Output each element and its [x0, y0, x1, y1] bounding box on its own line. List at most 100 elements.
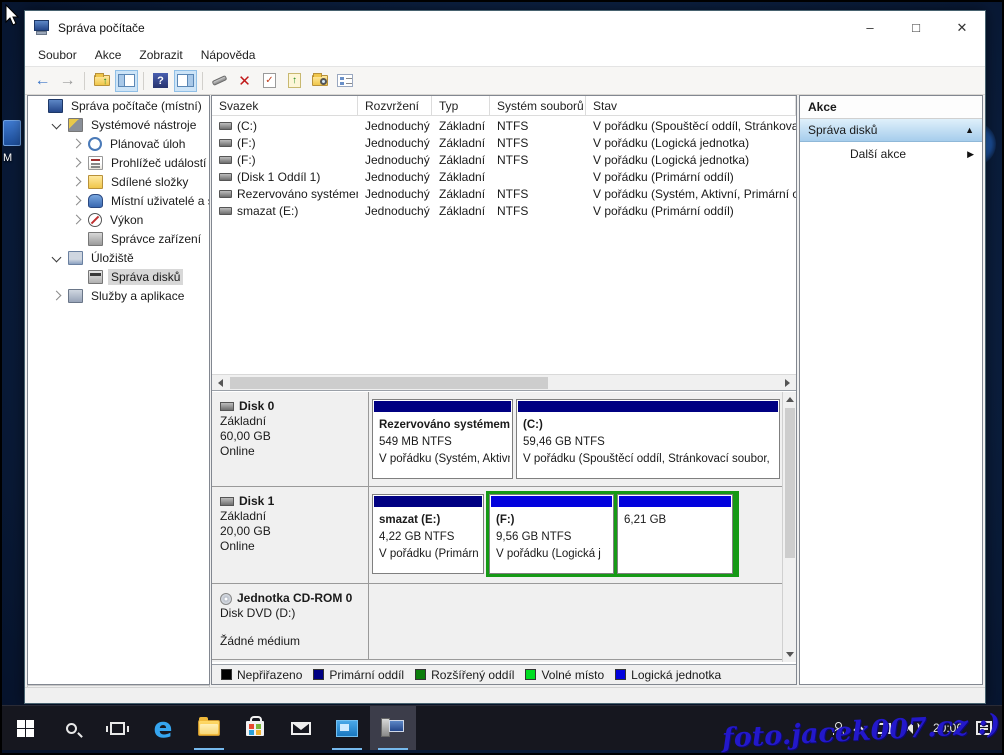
- volume-row[interactable]: (F:)JednoduchýZákladníNTFSV pořádku (Log…: [212, 134, 796, 151]
- menu-item[interactable]: Nápověda: [192, 45, 265, 65]
- menu-item[interactable]: Soubor: [29, 45, 86, 65]
- tree-item[interactable]: Prohlížeč událostí: [28, 153, 209, 172]
- disk-view-vertical-scrollbar[interactable]: [782, 392, 796, 662]
- column-header[interactable]: Svazek: [212, 96, 358, 115]
- tree-item[interactable]: Služby a aplikace: [28, 286, 209, 305]
- chevron-right-icon[interactable]: [72, 158, 82, 168]
- close-button[interactable]: ✕: [939, 11, 985, 44]
- extended-partition-frame[interactable]: (F:)9,56 GB NTFSV pořádku (Logická j6,21…: [486, 491, 739, 577]
- volume-list-horizontal-scrollbar[interactable]: [212, 374, 796, 391]
- find-folder-icon: [312, 75, 328, 86]
- menu-item[interactable]: Akce: [86, 45, 131, 65]
- tree-item[interactable]: Výkon: [28, 210, 209, 229]
- scrollbar-thumb[interactable]: [785, 408, 795, 558]
- partition-block[interactable]: 6,21 GB: [617, 494, 733, 574]
- list-properties-icon: [337, 74, 353, 87]
- partition-block[interactable]: Rezervováno systémem549 MB NTFSV pořádku…: [372, 399, 513, 479]
- browse-button[interactable]: [308, 70, 331, 92]
- title-bar[interactable]: Správa počítače – □ ✕: [25, 11, 985, 44]
- volume-list-header[interactable]: SvazekRozvrženíTypSystém souborůStav: [212, 96, 796, 116]
- volume-name: Rezervováno systémem: [237, 187, 358, 201]
- partition-size: 9,56 GB NTFS: [496, 529, 611, 546]
- volume-row[interactable]: (F:)JednoduchýZákladníNTFSV pořádku (Log…: [212, 151, 796, 168]
- volume-row[interactable]: smazat (E:)JednoduchýZákladníNTFSV pořád…: [212, 202, 796, 219]
- partition-block[interactable]: (C:)59,46 GB NTFSV pořádku (Spouštěcí od…: [516, 399, 780, 479]
- start-button[interactable]: [2, 706, 48, 750]
- tree-item[interactable]: Sdílené složky: [28, 172, 209, 191]
- partition-status: V pořádku (Primárn: [379, 546, 481, 563]
- tree-item[interactable]: Plánovač úloh: [28, 134, 209, 153]
- partition-size: 549 MB NTFS: [379, 434, 510, 451]
- chevron-right-icon[interactable]: [72, 177, 82, 187]
- chevron-right-icon[interactable]: [72, 139, 82, 149]
- partition-block[interactable]: smazat (E:)4,22 GB NTFSV pořádku (Primár…: [372, 494, 484, 574]
- column-header[interactable]: Systém souborů: [490, 96, 586, 115]
- scroll-right-arrow[interactable]: [779, 375, 796, 390]
- console-tree-button[interactable]: [115, 70, 138, 92]
- more-actions-item[interactable]: Další akce ▶: [800, 142, 982, 166]
- scroll-down-arrow[interactable]: [783, 647, 796, 662]
- computer-management-taskbar-button[interactable]: [370, 706, 416, 750]
- tree-item[interactable]: Správa disků: [28, 267, 209, 286]
- edge-icon: e: [154, 714, 173, 742]
- export-button[interactable]: ↑: [283, 70, 306, 92]
- store-button[interactable]: [232, 706, 278, 750]
- column-header[interactable]: Stav: [586, 96, 796, 115]
- disk-header[interactable]: Disk 1Základní20,00 GBOnline: [212, 487, 369, 583]
- up-level-button[interactable]: ↑: [90, 70, 113, 92]
- disk-detail-line: 60,00 GB: [220, 429, 364, 444]
- volume-icon: [219, 122, 232, 130]
- legend-label: Nepřiřazeno: [237, 668, 302, 682]
- minimize-button[interactable]: –: [847, 11, 893, 44]
- delete-button[interactable]: ✕: [233, 70, 256, 92]
- desktop-shortcut[interactable]: M: [3, 120, 23, 172]
- column-header[interactable]: Rozvržení: [358, 96, 432, 115]
- tree-item[interactable]: Systémové nástroje: [28, 115, 209, 134]
- chevron-right-icon[interactable]: [72, 196, 82, 206]
- scroll-left-arrow[interactable]: [212, 375, 229, 390]
- chevron-right-icon[interactable]: [52, 291, 62, 301]
- mail-button[interactable]: [278, 706, 324, 750]
- partition-block[interactable]: (F:)9,56 GB NTFSV pořádku (Logická j: [489, 494, 614, 574]
- help-button[interactable]: ?: [149, 70, 172, 92]
- export-page-icon: ↑: [288, 73, 301, 88]
- partition-area: smazat (E:)4,22 GB NTFSV pořádku (Primár…: [370, 487, 782, 583]
- chevron-down-icon[interactable]: [52, 253, 62, 263]
- volume-row[interactable]: (Disk 1 Oddíl 1)JednoduchýZákladníV pořá…: [212, 168, 796, 185]
- actions-group-disk-management[interactable]: Správa disků ▲: [800, 119, 982, 142]
- check-disk-button[interactable]: ✓: [258, 70, 281, 92]
- chevron-down-icon[interactable]: [52, 120, 62, 130]
- scrollbar-thumb[interactable]: [230, 377, 548, 389]
- volume-name-cell: (C:): [212, 119, 358, 133]
- tree-item[interactable]: Správa počítače (místní): [28, 96, 209, 115]
- legend-item: Rozšířený oddíl: [415, 668, 514, 682]
- edge-button[interactable]: e: [140, 706, 186, 750]
- partition-type-bar: [374, 496, 482, 507]
- properties-button[interactable]: [333, 70, 356, 92]
- mouse-cursor: [5, 4, 21, 28]
- file-explorer-button[interactable]: [186, 706, 232, 750]
- disk-header[interactable]: Disk 0Základní60,00 GBOnline: [212, 392, 369, 486]
- disk-header[interactable]: Jednotka CD-ROM 0Disk DVD (D:)Žádné médi…: [212, 584, 369, 659]
- tree-item[interactable]: Místní uživatelé a skupiny: [28, 191, 209, 210]
- action-pane-button[interactable]: [174, 70, 197, 92]
- disk-name: Disk 0: [220, 399, 364, 414]
- menu-item[interactable]: Zobrazit: [130, 45, 191, 65]
- tree-item[interactable]: Správce zařízení: [28, 229, 209, 248]
- volume-row[interactable]: Rezervováno systémemJednoduchýZákladníNT…: [212, 185, 796, 202]
- maximize-button[interactable]: □: [893, 11, 939, 44]
- chevron-right-icon[interactable]: [72, 215, 82, 225]
- volume-row[interactable]: (C:)JednoduchýZákladníNTFSV pořádku (Spo…: [212, 117, 796, 134]
- scroll-up-arrow[interactable]: [783, 392, 796, 407]
- task-view-button[interactable]: [94, 706, 140, 750]
- collapse-arrow-icon[interactable]: ▲: [965, 125, 974, 135]
- blue-app-button[interactable]: [324, 706, 370, 750]
- back-button[interactable]: ←: [31, 70, 54, 92]
- search-button[interactable]: [48, 706, 94, 750]
- tree-item[interactable]: Úložiště: [28, 248, 209, 267]
- forward-button[interactable]: →: [56, 70, 79, 92]
- disk-detail-line: 20,00 GB: [220, 524, 364, 539]
- volume-fs-cell: NTFS: [490, 136, 586, 150]
- column-header[interactable]: Typ: [432, 96, 490, 115]
- rescan-button[interactable]: [208, 70, 231, 92]
